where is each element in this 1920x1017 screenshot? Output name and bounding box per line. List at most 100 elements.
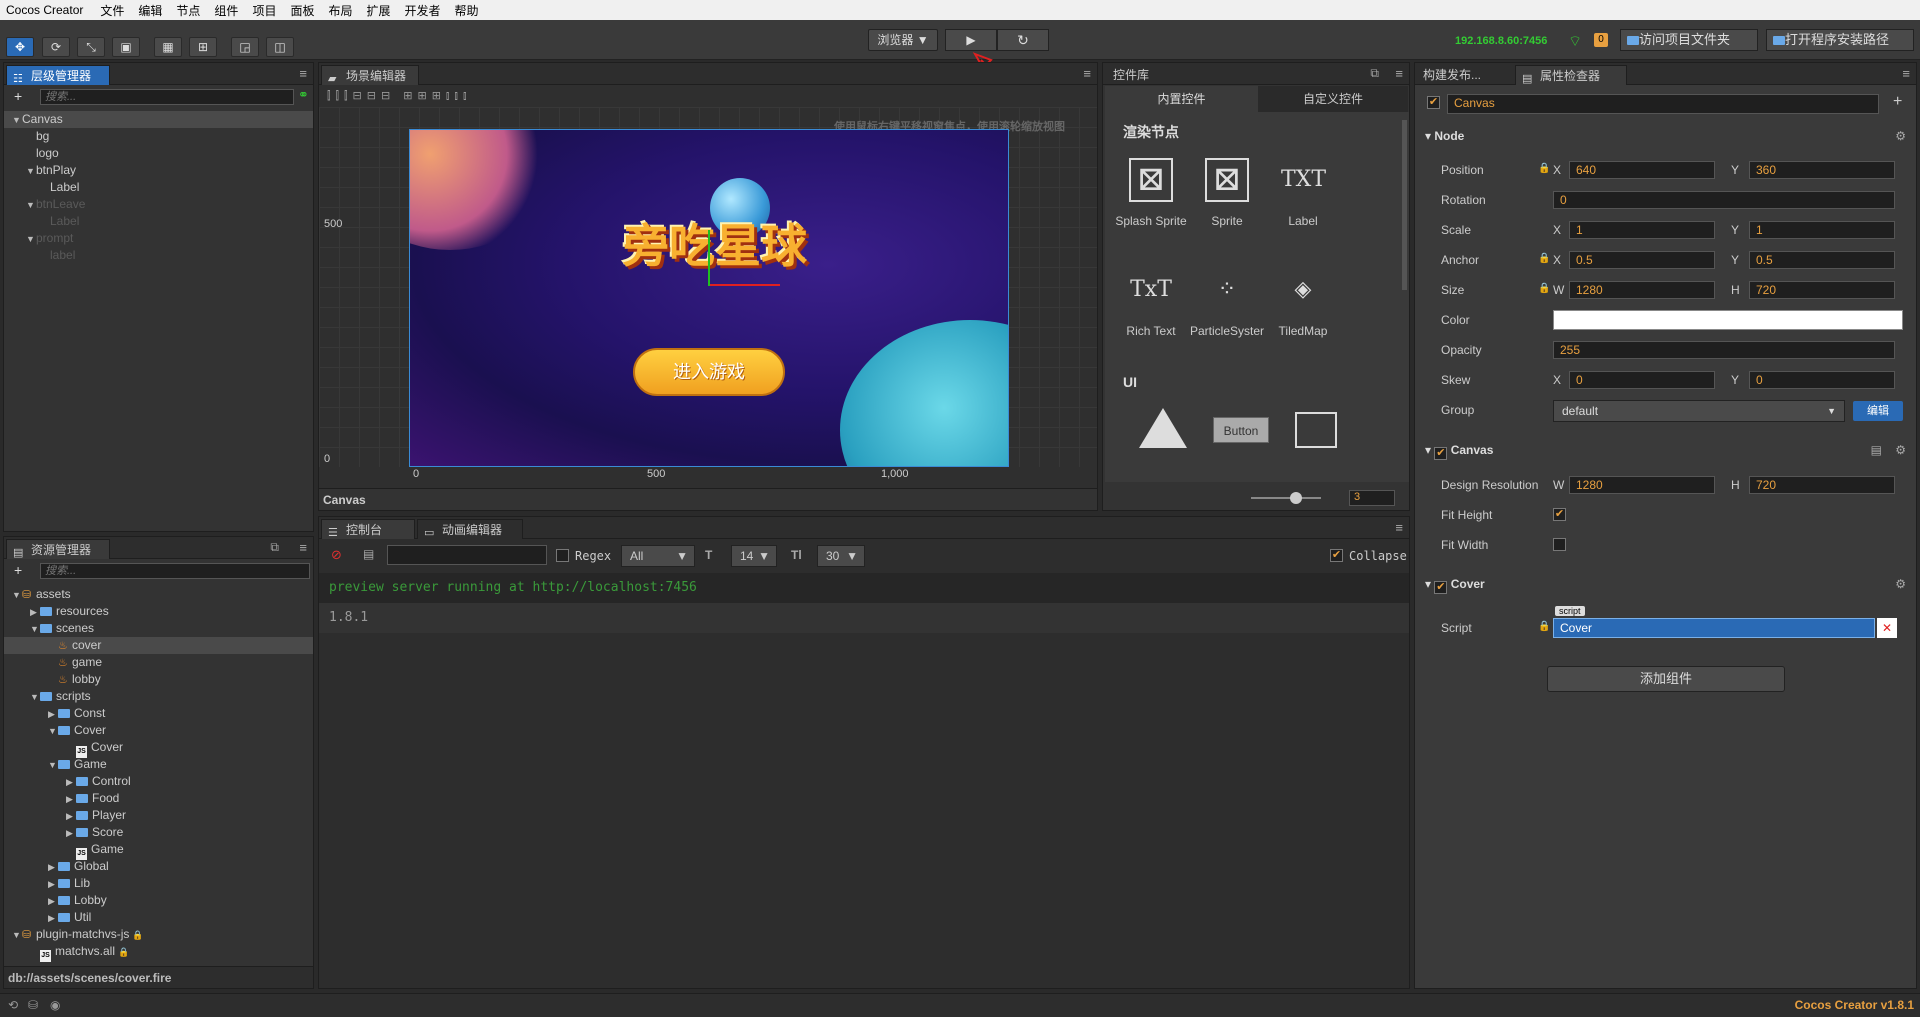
popout-icon[interactable]: ⧉ bbox=[1370, 66, 1379, 81]
reload-button[interactable]: ↻ bbox=[997, 29, 1049, 51]
expand-arrow-icon[interactable]: ▼ bbox=[12, 112, 22, 129]
scale-y-input[interactable]: 1 bbox=[1749, 221, 1895, 239]
asset-item[interactable]: ▶ Score bbox=[4, 824, 313, 841]
asset-item[interactable]: ▶ Lobby bbox=[4, 892, 313, 909]
lock-icon[interactable]: 🔒 bbox=[1538, 253, 1550, 264]
expand-arrow-icon[interactable]: ▼ bbox=[26, 163, 36, 180]
tab-inspector[interactable]: ▤ 属性检查器 bbox=[1515, 65, 1627, 85]
expand-arrow-icon[interactable]: ▼ bbox=[12, 587, 22, 604]
rotation-input[interactable]: 0 bbox=[1553, 191, 1895, 209]
move-tool-icon[interactable]: ✥ bbox=[6, 37, 34, 57]
anchor-x-input[interactable]: 0.5 bbox=[1569, 251, 1715, 269]
align-tools[interactable]: ⫿⫿⫿⊟⊟⊟ ⊞⊞⊞⫾⫾⫾ bbox=[327, 89, 471, 103]
play-button[interactable]: ▶ bbox=[945, 29, 997, 51]
node-section[interactable]: ▾ Node ⚙ bbox=[1425, 129, 1906, 149]
expand-arrow-icon[interactable]: ▶ bbox=[66, 774, 76, 791]
zoom-input[interactable]: 3 bbox=[1349, 490, 1395, 506]
canvas-enabled-checkbox[interactable]: ✔ bbox=[1434, 447, 1448, 460]
tab-assets[interactable]: ▤ 资源管理器 bbox=[6, 539, 110, 559]
asset-item[interactable]: ▼ Game bbox=[4, 756, 313, 773]
asset-item[interactable]: ▶ Global bbox=[4, 858, 313, 875]
panel-menu-icon[interactable]: ≡ bbox=[1395, 520, 1403, 535]
doc-icon[interactable]: ▤ bbox=[1871, 443, 1882, 457]
lock-icon[interactable]: 🔒 bbox=[1538, 621, 1550, 632]
node-active-checkbox[interactable]: ✔ bbox=[1427, 96, 1440, 109]
log-level-select[interactable]: All ▼ bbox=[621, 545, 695, 567]
scale-x-input[interactable]: 1 bbox=[1569, 221, 1715, 239]
menu-file[interactable]: 文件 bbox=[93, 2, 131, 19]
open-log-icon[interactable]: ▤ bbox=[363, 547, 374, 561]
asset-item[interactable]: ▶ resources bbox=[4, 603, 313, 620]
hierarchy-node[interactable]: ▼prompt bbox=[4, 230, 313, 247]
hierarchy-node[interactable]: label bbox=[4, 247, 313, 264]
expand-arrow-icon[interactable]: ▶ bbox=[48, 910, 58, 927]
asset-item[interactable]: ♨ cover bbox=[4, 637, 313, 654]
rotate-tool-icon[interactable]: ⟳ bbox=[42, 37, 70, 57]
assets-search-input[interactable]: 搜索... bbox=[40, 563, 310, 579]
expand-arrow-icon[interactable]: ▶ bbox=[66, 791, 76, 808]
asset-item[interactable]: ▼ scenes bbox=[4, 620, 313, 637]
hierarchy-node[interactable]: Label bbox=[4, 213, 313, 230]
panel-menu-icon[interactable]: ≡ bbox=[1083, 66, 1091, 81]
menu-developer[interactable]: 开发者 bbox=[398, 2, 448, 19]
menu-help[interactable]: 帮助 bbox=[448, 2, 486, 19]
menu-project[interactable]: 项目 bbox=[245, 2, 283, 19]
panel-menu-icon[interactable]: ≡ bbox=[299, 66, 307, 81]
hierarchy-node[interactable]: logo bbox=[4, 145, 313, 162]
widget-triangle-icon[interactable] bbox=[1139, 408, 1187, 448]
asset-item[interactable]: ▼ scripts bbox=[4, 688, 313, 705]
status-db-icon[interactable]: ⛁ bbox=[28, 998, 38, 1012]
expand-arrow-icon[interactable]: ▶ bbox=[66, 808, 76, 825]
asset-item[interactable]: ♨ lobby bbox=[4, 671, 313, 688]
expand-arrow-icon[interactable]: ▶ bbox=[48, 893, 58, 910]
console-filter-input[interactable] bbox=[387, 545, 547, 565]
asset-item[interactable]: ▶ Player bbox=[4, 807, 313, 824]
group-select[interactable]: default ▼ bbox=[1553, 400, 1845, 422]
collapse-checkbox[interactable]: ✔ bbox=[1330, 549, 1343, 562]
asset-item[interactable]: ▼⛁ assets bbox=[4, 586, 313, 603]
position-x-input[interactable]: 640 bbox=[1569, 161, 1715, 179]
link-icon[interactable]: ⚭ bbox=[298, 87, 309, 103]
regex-checkbox[interactable] bbox=[556, 549, 569, 562]
asset-item[interactable]: JS matchvs.all 🔒 bbox=[4, 943, 313, 962]
asset-item[interactable]: ♨ game bbox=[4, 654, 313, 671]
hierarchy-node[interactable]: ▼Canvas bbox=[4, 111, 313, 128]
add-asset-icon[interactable]: + bbox=[14, 562, 22, 578]
hierarchy-node[interactable]: ▼btnLeave bbox=[4, 196, 313, 213]
clear-console-icon[interactable]: ⊘ bbox=[331, 547, 342, 563]
canvas-section[interactable]: ▾ ✔ Canvas ▤ ⚙ bbox=[1425, 443, 1906, 463]
snap-icon[interactable]: ◲ bbox=[231, 37, 259, 57]
tab-scene-editor[interactable]: ▰ 场景编辑器 bbox=[321, 65, 419, 85]
widget-item[interactable]: ⊠ Sprite bbox=[1189, 150, 1265, 250]
color-swatch[interactable] bbox=[1553, 310, 1903, 330]
hierarchy-node[interactable]: bg bbox=[4, 128, 313, 145]
expand-arrow-icon[interactable]: ▼ bbox=[30, 689, 40, 706]
rect-tool-icon[interactable]: ▣ bbox=[112, 37, 140, 57]
menu-component[interactable]: 组件 bbox=[207, 2, 245, 19]
add-component-button[interactable]: 添加组件 bbox=[1547, 666, 1785, 692]
asset-item[interactable]: JS Cover bbox=[4, 739, 313, 758]
zoom-slider[interactable] bbox=[1251, 497, 1321, 499]
add-node-icon[interactable]: + bbox=[14, 88, 22, 104]
expand-arrow-icon[interactable]: ▼ bbox=[48, 757, 58, 774]
expand-arrow-icon[interactable]: ▼ bbox=[12, 927, 22, 944]
opacity-input[interactable]: 255 bbox=[1553, 341, 1895, 359]
status-refresh-icon[interactable]: ⟲ bbox=[8, 998, 18, 1012]
widgets-tab-label[interactable]: 控件库 bbox=[1113, 66, 1149, 83]
asset-item[interactable]: ▶ Lib bbox=[4, 875, 313, 892]
tab-custom-widgets[interactable]: 自定义控件 bbox=[1258, 86, 1408, 112]
gear-icon[interactable]: ⚙ bbox=[1895, 443, 1906, 457]
skew-x-input[interactable]: 0 bbox=[1569, 371, 1715, 389]
size-w-input[interactable]: 1280 bbox=[1569, 281, 1715, 299]
design-h-input[interactable]: 720 bbox=[1749, 476, 1895, 494]
fit-height-checkbox[interactable]: ✔ bbox=[1553, 508, 1566, 521]
asset-item[interactable]: ▶ Control bbox=[4, 773, 313, 790]
lock-icon[interactable]: 🔒 bbox=[1538, 163, 1550, 174]
edit-group-button[interactable]: 编辑 bbox=[1853, 401, 1903, 421]
asset-item[interactable]: ▼⛁ plugin-matchvs-js 🔒 bbox=[4, 926, 313, 943]
expand-arrow-icon[interactable]: ▶ bbox=[48, 859, 58, 876]
menu-extension[interactable]: 扩展 bbox=[359, 2, 397, 19]
status-eye-icon[interactable]: ◉ bbox=[50, 998, 60, 1012]
remove-script-icon[interactable]: ✕ bbox=[1877, 618, 1897, 638]
widget-item[interactable]: ⊠ Splash Sprite bbox=[1113, 150, 1189, 250]
